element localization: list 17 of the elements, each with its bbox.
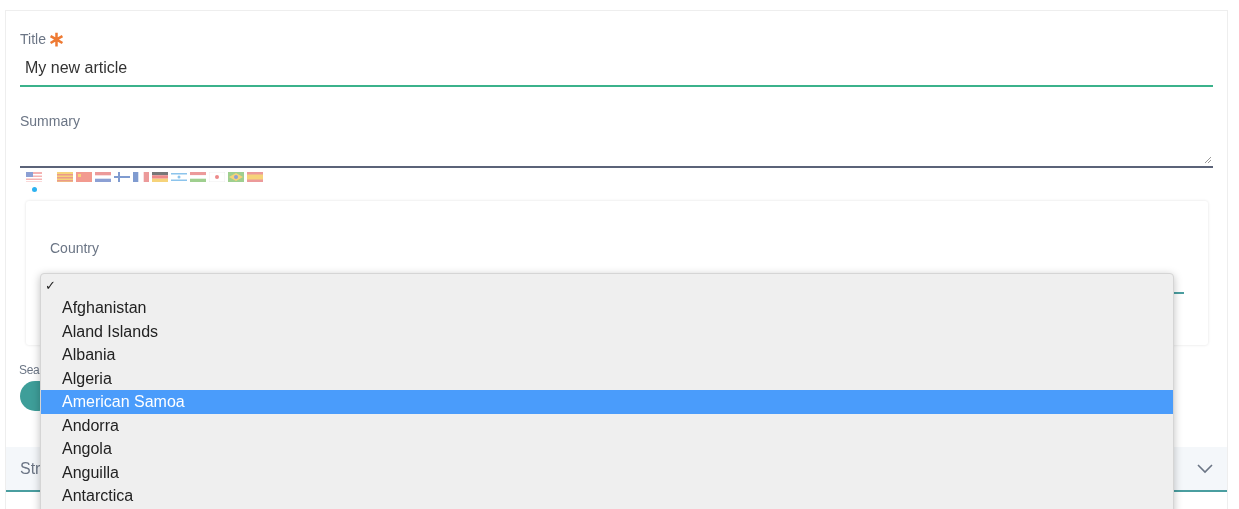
resize-handle-icon: [1204, 156, 1212, 164]
dropdown-option[interactable]: Albania: [41, 343, 1173, 367]
dropdown-option[interactable]: Aland Islands: [41, 319, 1173, 343]
field-label: Sea: [19, 362, 40, 379]
flag-button[interactable]: [26, 172, 42, 192]
dropdown-option[interactable]: Anguilla: [41, 460, 1173, 484]
dropdown-option[interactable]: Andorra: [41, 413, 1173, 437]
check-mark: ✓: [44, 277, 56, 295]
dropdown-option[interactable]: Angola: [41, 437, 1173, 461]
dropdown-option[interactable]: Antarctica: [41, 484, 1173, 508]
chevron-down-icon: [1197, 463, 1213, 474]
field-label: Country: [50, 239, 101, 258]
title-input[interactable]: My new article: [20, 56, 1213, 87]
dropdown-option[interactable]: Algeria: [41, 366, 1173, 390]
field-label: Summary: [20, 112, 81, 131]
dropdown-option[interactable]: Afghanistan: [41, 296, 1173, 320]
field-label: Title: [20, 30, 46, 49]
